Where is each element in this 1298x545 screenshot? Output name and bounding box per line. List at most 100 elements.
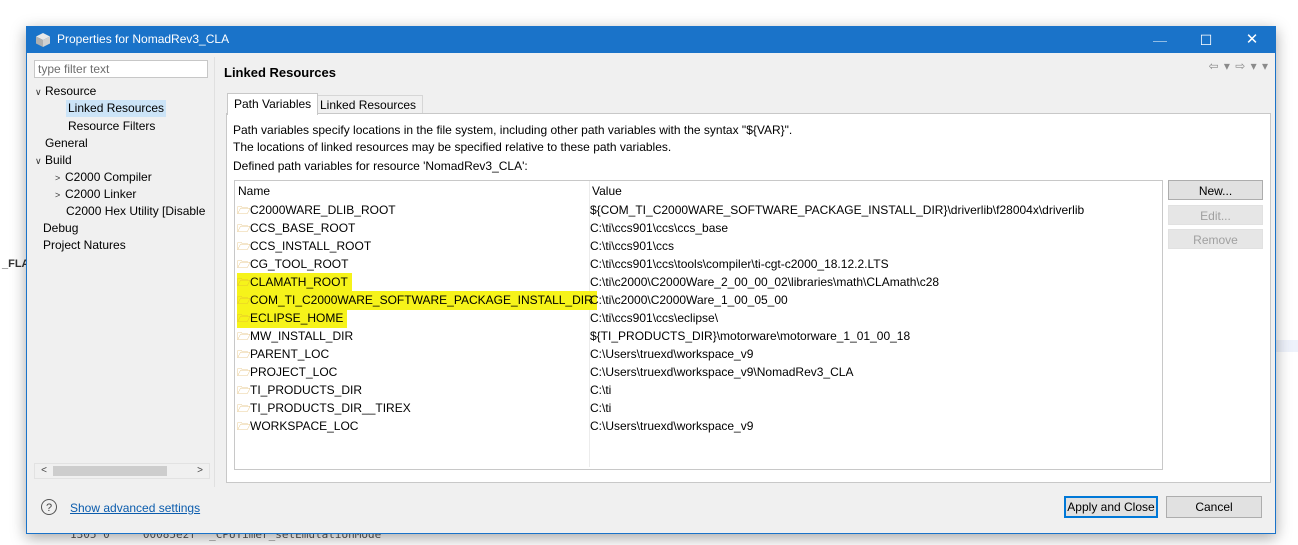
window-title: Properties for NomadRev3_CLA <box>57 32 230 46</box>
tree-item-build[interactable]: ∨ Build <box>35 152 72 169</box>
variable-name-text: PARENT_LOC <box>250 347 330 361</box>
variable-name-cell: 🗁TI_PRODUCTS_DIR <box>237 381 366 400</box>
tree-item-label: C2000 Compiler <box>65 170 152 184</box>
table-row[interactable]: 🗁CG_TOOL_ROOT C:\ti\ccs901\ccs\tools\comp… <box>235 255 1160 273</box>
table-row[interactable]: 🗁COM_TI_C2000WARE_SOFTWARE_PACKAGE_INSTA… <box>235 291 1160 310</box>
table-row[interactable]: 🗁ECLIPSE_HOME C:\ti\ccs901\ccs\eclipse\ <box>235 309 1160 328</box>
variable-name-text: MW_INSTALL_DIR <box>250 329 354 343</box>
variable-name-text: CCS_INSTALL_ROOT <box>250 239 372 253</box>
variable-name-cell: 🗁PROJECT_LOC <box>237 363 341 382</box>
tree-item-resource[interactable]: ∨ Resource <box>35 83 96 100</box>
description-line-3: Defined path variables for resource 'Nom… <box>233 159 528 173</box>
variable-name-cell: 🗁CCS_BASE_ROOT <box>237 219 359 238</box>
variable-value-cell: C:\ti <box>590 383 612 397</box>
tree-item-general[interactable]: General <box>45 135 88 152</box>
tab-linked-resources[interactable]: Linked Resources <box>313 95 424 114</box>
tree-item-linked-resources[interactable]: Linked Resources <box>66 100 167 117</box>
table-row[interactable]: 🗁C2000WARE_DLIB_ROOT ${COM_TI_C2000WARE_S… <box>235 201 1160 219</box>
tree-item-project-natures[interactable]: Project Natures <box>43 237 126 254</box>
app-cube-icon <box>36 33 50 47</box>
new-button[interactable]: New... <box>1168 180 1263 200</box>
variable-name-cell: 🗁PARENT_LOC <box>237 345 333 364</box>
variable-name-text: TI_PRODUCTS_DIR__TIREX <box>250 401 411 415</box>
background-ide-band <box>1275 340 1298 352</box>
table-row[interactable]: 🗁MW_INSTALL_DIR ${TI_PRODUCTS_DIR}\motorw… <box>235 327 1160 345</box>
tree-item-c2000-linker[interactable]: > C2000 Linker <box>55 186 136 203</box>
variable-value-cell: C:\ti\c2000\C2000Ware_1_00_05_00 <box>590 293 788 307</box>
edit-button[interactable]: Edit... <box>1168 205 1263 225</box>
variable-value-cell: C:\Users\truexd\workspace_v9 <box>590 419 754 433</box>
variable-name-cell: 🗁MW_INSTALL_DIR <box>237 327 357 346</box>
expand-chevron-icon[interactable]: ∨ <box>35 84 45 101</box>
variable-value-cell: C:\ti\ccs901\ccs <box>590 239 675 253</box>
table-row[interactable]: 🗁TI_PRODUCTS_DIR__TIREX C:\ti <box>235 399 1160 417</box>
variable-name-text: C2000WARE_DLIB_ROOT <box>250 203 396 217</box>
folder-icon: 🗁 <box>237 241 251 253</box>
scrollbar-thumb[interactable] <box>53 466 167 476</box>
help-icon[interactable]: ? <box>41 499 57 515</box>
description-line-2: The locations of linked resources may be… <box>233 140 672 154</box>
tree-item-c2000-hex-utility[interactable]: C2000 Hex Utility [Disable <box>66 203 205 220</box>
tree-item-label: C2000 Linker <box>65 187 137 201</box>
variable-name-cell: 🗁CCS_INSTALL_ROOT <box>237 237 375 256</box>
remove-button[interactable]: Remove <box>1168 229 1263 249</box>
folder-icon: 🗁 <box>237 259 251 271</box>
table-row[interactable]: 🗁CCS_INSTALL_ROOT C:\ti\ccs901\ccs <box>235 237 1160 255</box>
tree-item-label: Project Natures <box>43 238 126 252</box>
folder-icon: 🗁 <box>237 421 251 433</box>
apply-and-close-button[interactable]: Apply and Close <box>1064 496 1158 518</box>
tree-item-label: C2000 Hex Utility [Disable <box>66 204 206 218</box>
tab-path-variables[interactable]: Path Variables <box>227 93 319 115</box>
show-advanced-settings-link[interactable]: Show advanced settings <box>70 501 200 515</box>
filter-input[interactable]: type filter text <box>34 60 208 78</box>
variable-value-cell: ${TI_PRODUCTS_DIR}\motorware\motorware_1… <box>590 329 911 343</box>
folder-icon: 🗁 <box>237 295 251 307</box>
variable-name-cell: 🗁CLAMATH_ROOT <box>237 273 352 292</box>
path-variables-table[interactable]: Name Value 🗁C2000WARE_DLIB_ROOT ${COM_TI_… <box>234 180 1163 470</box>
table-row[interactable]: 🗁WORKSPACE_LOC C:\Users\truexd\workspace_… <box>235 417 1160 435</box>
folder-icon: 🗁 <box>237 205 251 217</box>
tree-item-label: Debug <box>43 221 79 235</box>
title-bar[interactable]: Properties for NomadRev3_CLA — ☐ ✕ <box>27 27 1275 53</box>
variable-name-text: COM_TI_C2000WARE_SOFTWARE_PACKAGE_INSTAL… <box>250 293 593 307</box>
close-button[interactable]: ✕ <box>1229 27 1275 53</box>
variable-name-text: CLAMATH_ROOT <box>250 275 348 289</box>
variable-name-cell: 🗁COM_TI_C2000WARE_SOFTWARE_PACKAGE_INSTA… <box>237 291 597 310</box>
page-title: Linked Resources <box>224 65 336 80</box>
tree-item-label: Build <box>45 153 72 167</box>
variable-value-cell: C:\ti\ccs901\ccs\eclipse\ <box>590 311 719 325</box>
variable-name-cell: 🗁TI_PRODUCTS_DIR__TIREX <box>237 399 415 418</box>
minimize-button[interactable]: — <box>1137 27 1183 53</box>
table-row[interactable]: 🗁PARENT_LOC C:\Users\truexd\workspace_v9 <box>235 345 1160 363</box>
expand-chevron-icon[interactable]: ∨ <box>35 153 45 170</box>
tree-item-label: Resource Filters <box>68 119 156 133</box>
table-row[interactable]: 🗁CLAMATH_ROOT C:\ti\c2000\C2000Ware_2_00_… <box>235 273 1160 292</box>
column-header-value[interactable]: Value <box>592 184 622 198</box>
tree-item-label: Linked Resources <box>68 101 165 115</box>
cancel-button[interactable]: Cancel <box>1166 496 1262 518</box>
tree-item-debug[interactable]: Debug <box>43 220 78 237</box>
scroll-right-icon[interactable]: > <box>192 464 208 478</box>
collapse-chevron-icon[interactable]: > <box>55 187 65 204</box>
folder-icon: 🗁 <box>237 367 251 379</box>
table-row[interactable]: 🗁TI_PRODUCTS_DIR C:\ti <box>235 381 1160 399</box>
table-row[interactable]: 🗁CCS_BASE_ROOT C:\ti\ccs901\ccs\ccs_base <box>235 219 1160 237</box>
table-row[interactable]: 🗁PROJECT_LOC C:\Users\truexd\workspace_v9… <box>235 363 1160 381</box>
pane-divider[interactable] <box>214 57 215 487</box>
variable-name-text: CG_TOOL_ROOT <box>250 257 349 271</box>
back-forward-nav-icon[interactable]: ⇦ ▾ ⇨ ▾ ▾ <box>1208 59 1269 73</box>
column-header-name[interactable]: Name <box>238 184 270 198</box>
folder-icon: 🗁 <box>237 313 251 325</box>
tree-item-c2000-compiler[interactable]: > C2000 Compiler <box>55 169 152 186</box>
maximize-button[interactable]: ☐ <box>1183 27 1229 53</box>
folder-icon: 🗁 <box>237 331 251 343</box>
properties-dialog: Properties for NomadRev3_CLA — ☐ ✕ type … <box>26 26 1276 534</box>
variable-value-cell: C:\ti\ccs901\ccs\tools\compiler\ti-cgt-c… <box>590 257 889 271</box>
collapse-chevron-icon[interactable]: > <box>55 170 65 187</box>
tree-horizontal-scrollbar[interactable]: < > <box>34 463 210 479</box>
tree-item-resource-filters[interactable]: Resource Filters <box>68 118 155 135</box>
description-line-1: Path variables specify locations in the … <box>233 123 793 137</box>
variable-name-cell: 🗁CG_TOOL_ROOT <box>237 255 352 274</box>
scroll-left-icon[interactable]: < <box>36 464 52 478</box>
folder-icon: 🗁 <box>237 385 251 397</box>
